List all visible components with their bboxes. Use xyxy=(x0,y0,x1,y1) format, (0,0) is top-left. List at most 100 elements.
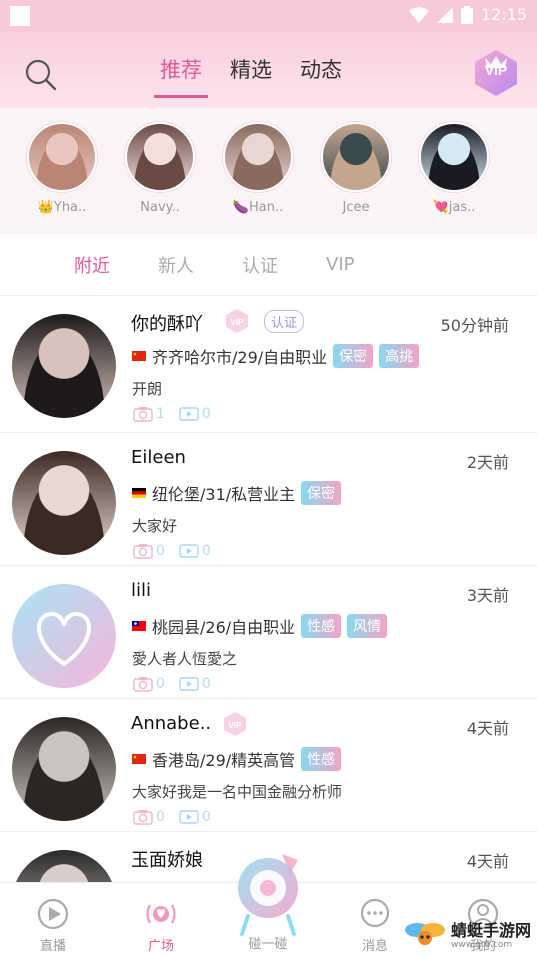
camera-icon xyxy=(133,407,153,422)
nav-live[interactable]: 直播 xyxy=(23,897,83,954)
broadcast-icon xyxy=(146,904,176,924)
photo-count: 1 xyxy=(133,406,165,422)
video-icon xyxy=(179,407,199,421)
user-details: 纽伦堡/31/私营业主 xyxy=(152,485,296,504)
user-details: 齐齐哈尔市/29/自由职业 xyxy=(152,348,328,367)
photo-count: 0 xyxy=(133,809,165,825)
video-count: 0 xyxy=(179,676,211,692)
avatar xyxy=(419,122,489,192)
last-active: 3天前 xyxy=(466,586,509,605)
user-name: 玉面娇娘 xyxy=(131,850,203,871)
user-bio: 大家好 xyxy=(132,517,178,535)
camera-bot-icon[interactable] xyxy=(232,850,304,940)
taiwan-flag-icon xyxy=(132,621,146,631)
video-icon xyxy=(179,544,199,558)
vip-button[interactable]: VIP xyxy=(471,48,521,98)
tag: 风情 xyxy=(347,614,388,638)
user-info: 香港岛/29/精英高管 性感 xyxy=(132,747,342,771)
camera-icon xyxy=(133,810,153,825)
last-active: 4天前 xyxy=(466,852,509,871)
story-item[interactable]: 🍆Han.. xyxy=(218,122,298,234)
avatar xyxy=(125,122,195,192)
svg-text:VIP: VIP xyxy=(229,721,243,730)
video-count: 0 xyxy=(179,809,211,825)
story-item[interactable]: 💘jas.. xyxy=(414,122,494,234)
photo-count-value: 1 xyxy=(156,406,165,422)
status-icons: 12:15 xyxy=(408,5,527,24)
watermark-url: www.qt6.com xyxy=(450,940,513,950)
list-item[interactable]: Annabe.. VIP 4天前 香港岛/29/精英高管 性感 大家好我是一名中… xyxy=(0,699,537,832)
media-stats: 0 0 xyxy=(133,676,211,692)
photo-count-value: 0 xyxy=(156,543,165,559)
nav-label: 直播 xyxy=(39,939,66,954)
user-name: 你的酥吖 xyxy=(131,314,203,335)
user-bio: 开朗 xyxy=(132,380,163,398)
story-item[interactable]: Navy.. xyxy=(120,122,200,234)
video-count-value: 0 xyxy=(201,809,211,825)
heart-icon xyxy=(37,611,91,667)
china-flag-icon xyxy=(132,351,146,361)
play-icon xyxy=(37,898,69,930)
video-count: 0 xyxy=(179,543,211,559)
tab-verified[interactable]: 认证 xyxy=(242,252,278,278)
nav-square[interactable]: 广场 xyxy=(131,897,191,954)
user-info: 纽伦堡/31/私营业主 保密 xyxy=(132,481,342,505)
camera-icon xyxy=(133,544,153,559)
vip-label: VIP xyxy=(484,62,508,78)
photo-count: 0 xyxy=(133,543,165,559)
video-count: 0 xyxy=(179,406,211,422)
search-icon[interactable] xyxy=(24,58,58,92)
user-bio: 大家好我是一名中国金融分析师 xyxy=(132,783,343,801)
svg-text:VIP: VIP xyxy=(231,318,245,327)
video-icon xyxy=(179,810,199,824)
story-strip: 👑Yha.. Navy.. 🍆Han.. Jcee 💘jas.. xyxy=(0,108,537,234)
tab-recommend[interactable]: 推荐 xyxy=(154,54,208,98)
certified-badge: 认证 xyxy=(264,310,305,333)
story-name: Jcee xyxy=(342,200,370,215)
tag: 性感 xyxy=(301,747,342,771)
notification-icon xyxy=(10,6,30,26)
tab-vip[interactable]: VIP xyxy=(326,254,354,275)
filter-tabs: 附近 新人 认证 VIP xyxy=(0,234,537,296)
avatar xyxy=(223,122,293,192)
avatar[interactable] xyxy=(12,717,116,821)
user-info: 桃园县/26/自由职业 性感 风情 xyxy=(132,614,388,638)
video-count-value: 0 xyxy=(201,676,211,692)
tag: 保密 xyxy=(301,481,342,505)
tag: 高挑 xyxy=(379,344,420,368)
user-details: 香港岛/29/精英高管 xyxy=(152,751,296,770)
vip-badge-icon: VIP xyxy=(226,309,248,333)
story-item[interactable]: 👑Yha.. xyxy=(22,122,102,234)
china-flag-icon xyxy=(132,754,146,764)
list-item[interactable]: 你的酥吖 VIP 认证 50分钟前 齐齐哈尔市/29/自由职业 保密 高挑 开朗… xyxy=(0,296,537,433)
media-stats: 0 0 xyxy=(133,809,211,825)
user-name: lili xyxy=(131,580,152,601)
last-active: 2天前 xyxy=(466,453,509,472)
tab-nearby[interactable]: 附近 xyxy=(74,252,110,278)
avatar[interactable] xyxy=(12,451,116,555)
last-active: 4天前 xyxy=(466,719,509,738)
story-item[interactable]: Jcee xyxy=(316,122,396,234)
signal-icon xyxy=(436,6,453,23)
list-item[interactable]: Eileen 2天前 纽伦堡/31/私营业主 保密 大家好 0 0 xyxy=(0,433,537,566)
user-details: 桃园县/26/自由职业 xyxy=(152,618,296,637)
camera-icon xyxy=(133,677,153,692)
story-name: 🍆Han.. xyxy=(232,200,284,215)
photo-count: 0 xyxy=(133,676,165,692)
tab-featured[interactable]: 精选 xyxy=(230,54,272,92)
tab-newcomers[interactable]: 新人 xyxy=(158,252,194,278)
tag: 保密 xyxy=(333,344,374,368)
top-tabs: 推荐 精选 动态 xyxy=(154,54,342,98)
nav-label: 广场 xyxy=(147,939,174,954)
watermark: 蜻蜓手游网 www.qt6.com xyxy=(403,918,531,954)
tab-moments[interactable]: 动态 xyxy=(300,54,342,92)
avatar[interactable] xyxy=(12,584,116,688)
last-active: 50分钟前 xyxy=(440,316,509,335)
list-item[interactable]: lili 3天前 桃园县/26/自由职业 性感 风情 愛人者人恆愛之 0 0 xyxy=(0,566,537,699)
story-name: 👑Yha.. xyxy=(37,200,87,215)
avatar[interactable] xyxy=(12,314,116,418)
germany-flag-icon xyxy=(132,488,146,498)
nav-messages[interactable]: 消息 xyxy=(345,897,405,954)
app-header: 推荐 精选 动态 VIP xyxy=(0,32,537,108)
video-count-value: 0 xyxy=(201,406,211,422)
